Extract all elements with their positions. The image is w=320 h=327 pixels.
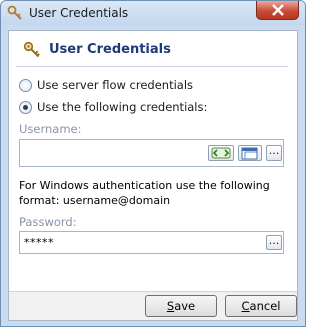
- page-title: User Credentials: [49, 42, 171, 57]
- close-button[interactable]: [256, 1, 299, 20]
- expression-button[interactable]: [208, 145, 234, 161]
- credentials-key-icon: [23, 41, 41, 59]
- username-field[interactable]: ...: [19, 139, 284, 167]
- radio-following-credentials-label: Use the following credentials:: [37, 100, 208, 114]
- save-button[interactable]: Save: [145, 295, 217, 317]
- window-button[interactable]: [238, 145, 262, 161]
- password-field[interactable]: ***** ...: [19, 231, 284, 254]
- key-icon: [7, 5, 23, 21]
- dialog-window: User Credentials User Credentials Use se…: [0, 0, 306, 327]
- header-divider: [16, 66, 288, 67]
- username-browse-label: ...: [268, 144, 280, 157]
- save-label-rest: ave: [174, 299, 196, 313]
- radio-following-credentials[interactable]: Use the following credentials:: [19, 100, 207, 114]
- password-browse-label: ...: [268, 234, 280, 247]
- radio-server-flow-label: Use server flow credentials: [37, 78, 194, 92]
- window-title: User Credentials: [29, 6, 129, 20]
- expression-icon: [211, 147, 231, 159]
- cancel-label-rest: ancel: [249, 299, 281, 313]
- password-browse-button[interactable]: ...: [266, 234, 282, 250]
- cancel-mnemonic: C: [241, 299, 250, 313]
- username-browse-button[interactable]: ...: [266, 144, 282, 161]
- window-icon: [241, 147, 258, 160]
- password-label: Password:: [19, 215, 77, 229]
- radio-following-credentials-button[interactable]: [19, 100, 32, 114]
- close-icon: [272, 4, 284, 16]
- password-value: *****: [24, 236, 54, 249]
- footer-divider: [9, 291, 297, 292]
- radio-server-flow[interactable]: Use server flow credentials: [19, 78, 193, 92]
- username-label: Username:: [19, 122, 82, 136]
- windows-auth-note: For Windows authentication use the follo…: [19, 179, 270, 207]
- radio-server-flow-button[interactable]: [19, 78, 32, 92]
- dialog-client: User Credentials Use server flow credent…: [8, 30, 298, 321]
- dialog-content: User Credentials Use server flow credent…: [9, 31, 297, 291]
- cancel-button[interactable]: Cancel: [225, 295, 297, 317]
- title-bar[interactable]: User Credentials: [1, 1, 305, 25]
